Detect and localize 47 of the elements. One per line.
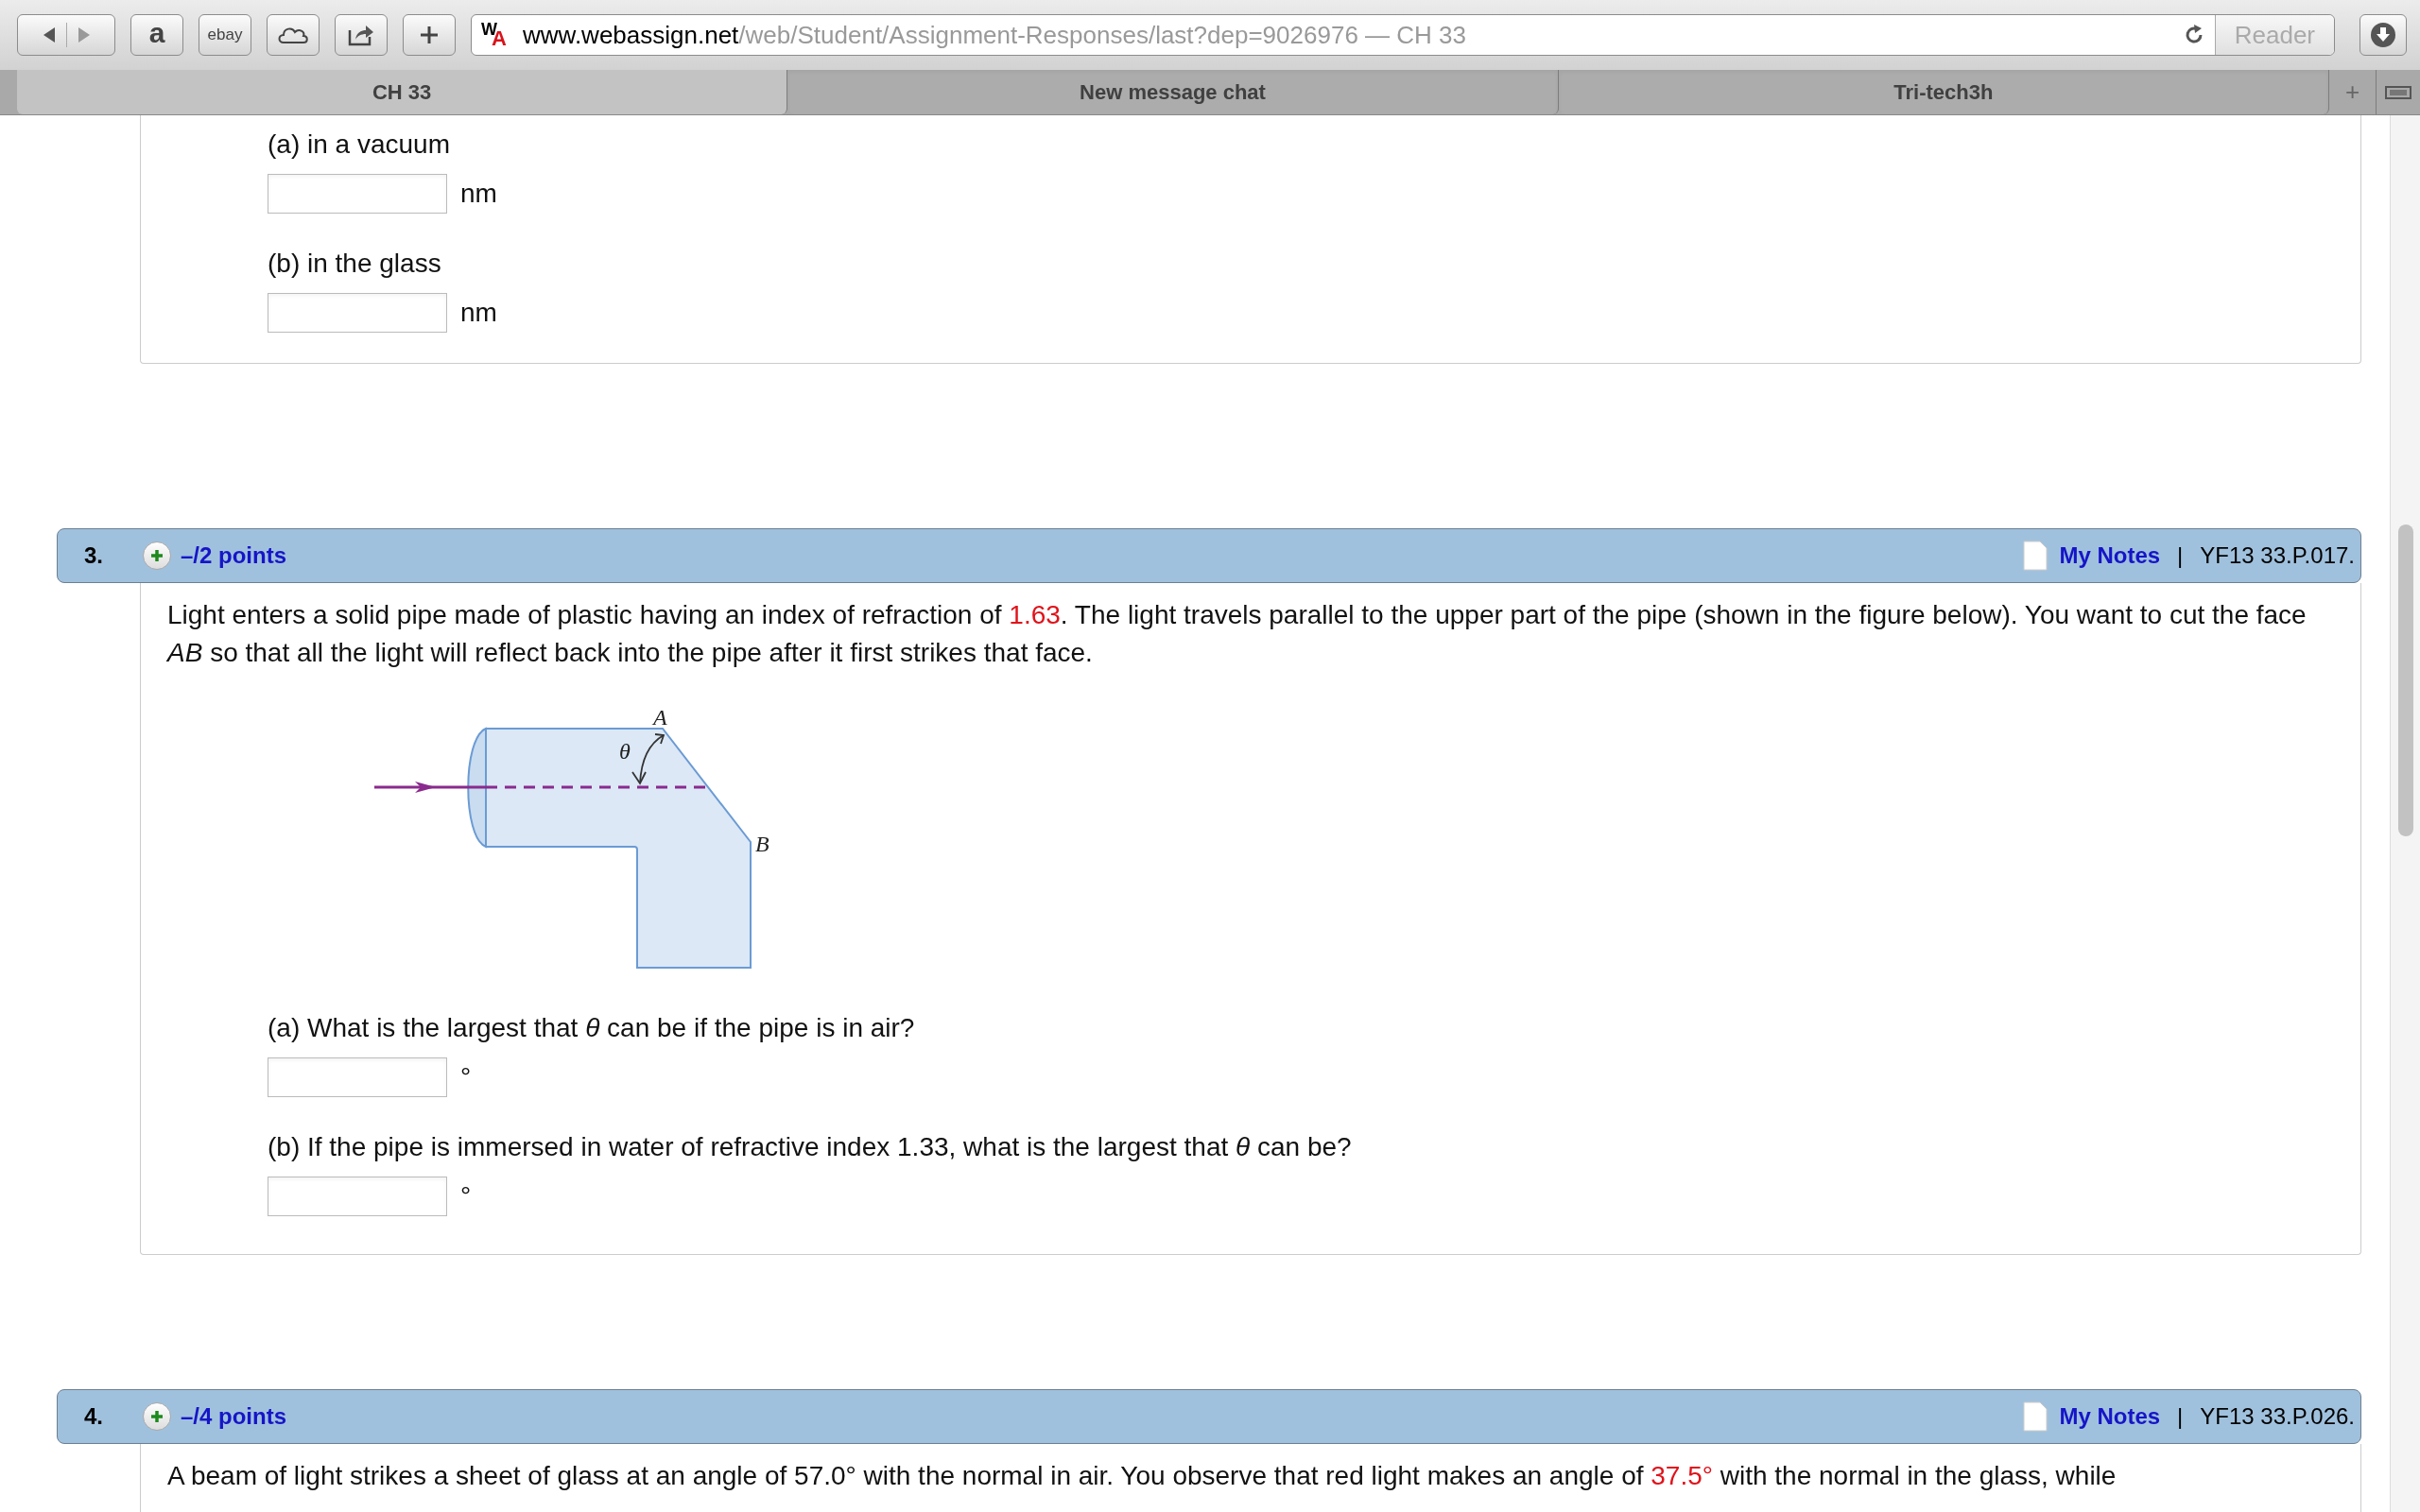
back-forward-buttons[interactable] — [17, 14, 115, 56]
unit-label: nm — [460, 297, 497, 329]
question-part-text: (b) If the pipe is immersed in water of refractive index 1.33, what is the largest that θ can be? — [268, 1131, 1353, 1163]
point-label: B — [755, 832, 769, 856]
tabs-icon — [2385, 84, 2411, 100]
ebay-bookmark-button[interactable]: ebay — [199, 14, 251, 56]
answer-field[interactable] — [268, 293, 447, 333]
unit-label: ° — [460, 1061, 472, 1093]
question-part-text: (a) What is the largest that θ can be if the pipe is in air? — [268, 1012, 916, 1044]
question-code: YF13 33.P.017. — [2200, 541, 2355, 570]
my-notes-link[interactable]: My Notes — [2059, 1400, 2161, 1434]
url-text: www.webassign.net/web/Student/Assignment-Responses/last?dep=9026976 — CH 33 — [523, 19, 1467, 51]
plus-icon — [419, 25, 440, 45]
question-code: YF13 33.P.026. — [2200, 1402, 2355, 1431]
unit-label: ° — [460, 1180, 472, 1212]
answer-field[interactable] — [268, 174, 447, 214]
scrollbar-thumb[interactable] — [2397, 524, 2413, 836]
add-icon[interactable] — [143, 541, 171, 570]
browser-tab[interactable]: New message chat — [787, 70, 1559, 114]
icloud-button[interactable] — [267, 14, 320, 56]
question-part-text: (a) in a vacuum — [268, 129, 451, 161]
question-text: A beam of light strikes a sheet of glass at an angle of 57.0° with the normal in air. You observe that red light makes an angle of 37.5° with the normal in the glass, while — [166, 1460, 2118, 1492]
note-icon — [2023, 1401, 2048, 1432]
share-icon — [347, 23, 375, 47]
question-part-text: (b) in the glass — [268, 248, 442, 280]
points-link[interactable]: –/2 points — [181, 539, 2024, 573]
amazon-bookmark-button[interactable]: a — [130, 14, 183, 56]
browser-tab[interactable]: CH 33 — [17, 70, 788, 114]
points-link[interactable]: –/4 points — [181, 1400, 2024, 1434]
downloads-button[interactable] — [2360, 14, 2407, 56]
point-label: A — [653, 705, 667, 730]
add-bookmark-button[interactable] — [403, 14, 456, 56]
answer-field[interactable] — [268, 1177, 447, 1216]
note-icon — [2023, 541, 2048, 571]
browser-tab[interactable]: Tri-tech3h — [1558, 70, 2329, 114]
angle-label: θ — [619, 739, 631, 764]
my-notes-link[interactable]: My Notes — [2059, 539, 2161, 573]
question-number: 3. — [84, 541, 104, 570]
download-icon — [2370, 22, 2396, 48]
answer-field[interactable] — [268, 1057, 447, 1097]
separator-text: | — [2177, 1402, 2184, 1431]
question-text: Light enters a solid pipe made of plastic having an index of refraction of 1.63. The light travels parallel to the upper part of the pipe (shown in the figure below). You want to cut the face AB so that all the light will reflect back into the pipe after it first strikes that face. — [165, 599, 2308, 669]
add-icon[interactable] — [143, 1402, 171, 1431]
separator-text: | — [2177, 541, 2184, 570]
share-button[interactable] — [335, 14, 388, 56]
question-number: 4. — [84, 1402, 104, 1431]
unit-label: nm — [460, 178, 497, 210]
